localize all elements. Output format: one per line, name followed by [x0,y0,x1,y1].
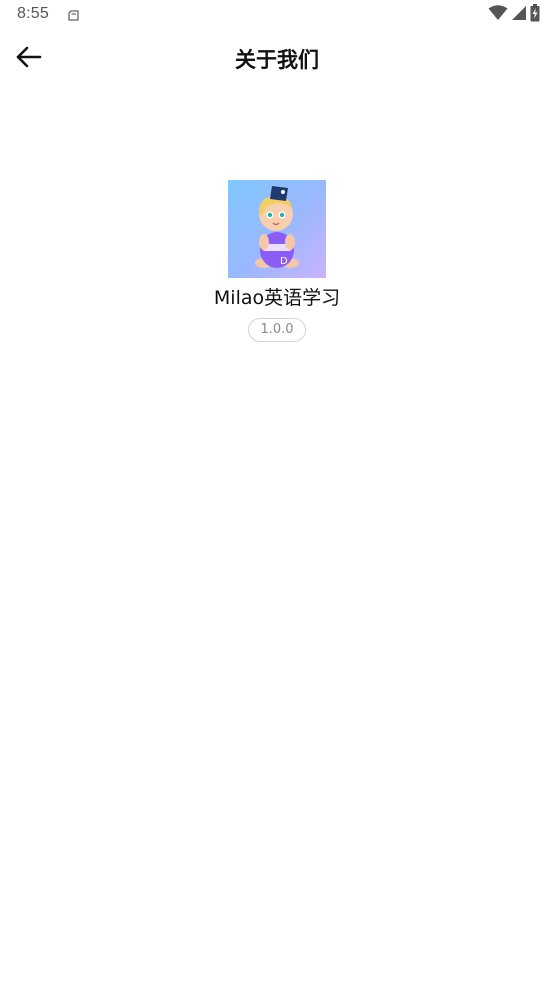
svg-text:D: D [280,256,288,267]
app-icon: D [228,180,326,278]
app-name: Milao英语学习 [213,287,341,309]
wifi-icon [488,5,508,25]
status-time: 8:55 [17,5,49,22]
cell-signal-icon [511,5,527,25]
about-section: D Milao英语学习 1.0.0 [0,180,554,342]
status-icons [488,4,540,26]
toolbar: 关于我们 [0,30,554,88]
status-bar: 8:55 [0,0,554,30]
version-badge: 1.0.0 [248,318,306,342]
notification-icon [66,8,80,22]
page-title: 关于我们 [235,48,319,72]
baby-mascot-image: D [255,186,299,268]
battery-charging-icon [530,4,540,26]
